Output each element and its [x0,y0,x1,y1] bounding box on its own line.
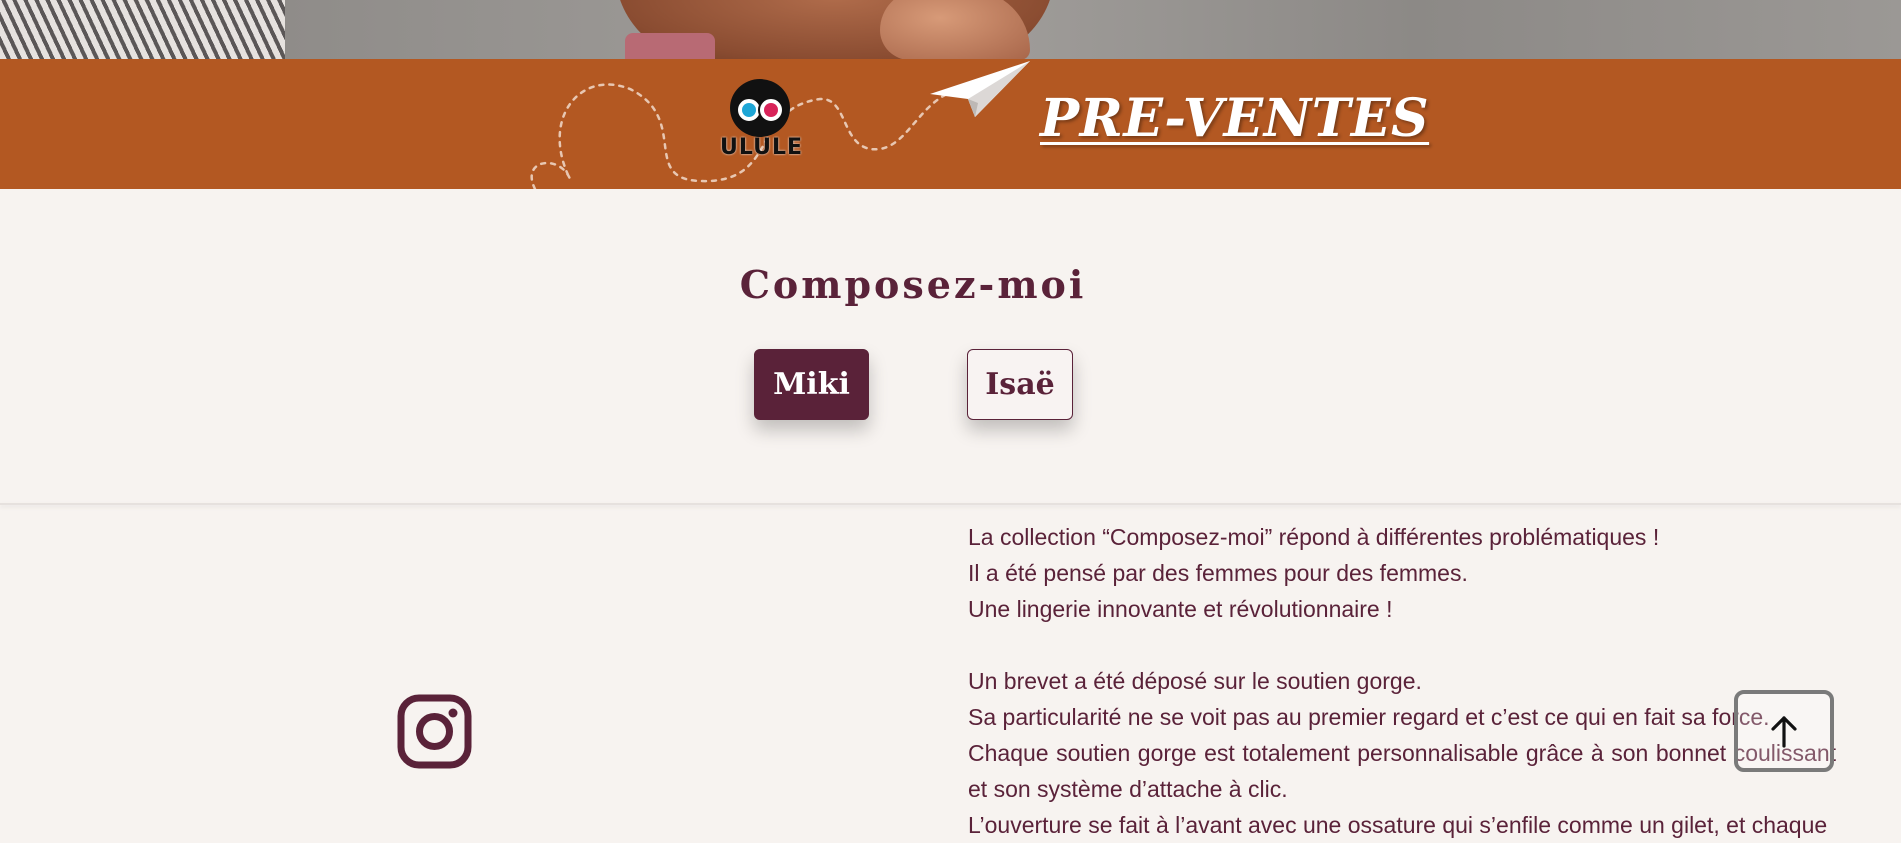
description-line: La collection “Composez-moi” répond à di… [968,524,1660,550]
hero-image [0,0,1901,59]
section-title: Composez-moi [739,262,1087,307]
ulule-logo-text: ULULE [720,135,804,160]
arrow-up-icon [1771,716,1797,748]
scroll-to-top-button[interactable] [1734,690,1834,772]
description-line: Sa particularité ne se voit pas au premi… [968,704,1770,730]
preventes-link[interactable]: PRE-VENTES [1040,88,1429,149]
description-line: Il a été pensé par des femmes pour des f… [968,560,1468,586]
hero-hand [880,0,1030,59]
section-divider [0,503,1901,505]
preorder-banner: ULULE [0,59,1901,189]
description-line: Une lingerie innovante et révolutionnair… [968,596,1393,622]
hero-sofa [285,0,1901,59]
hero-garment [625,33,715,59]
description-line: Chaque soutien gorge est totalement pers… [968,740,1836,802]
owl-icon [730,79,790,137]
option-miki-button[interactable]: Miki [754,349,869,420]
hero-pillow [0,0,285,59]
instagram-icon[interactable] [397,694,472,769]
collection-description: La collection “Composez-moi” répond à di… [968,519,1836,843]
ulule-logo[interactable]: ULULE [720,79,804,169]
option-isae-button[interactable]: Isaë [967,349,1073,420]
description-line: Un brevet a été déposé sur le soutien go… [968,668,1422,694]
paper-plane-icon [930,61,1030,117]
